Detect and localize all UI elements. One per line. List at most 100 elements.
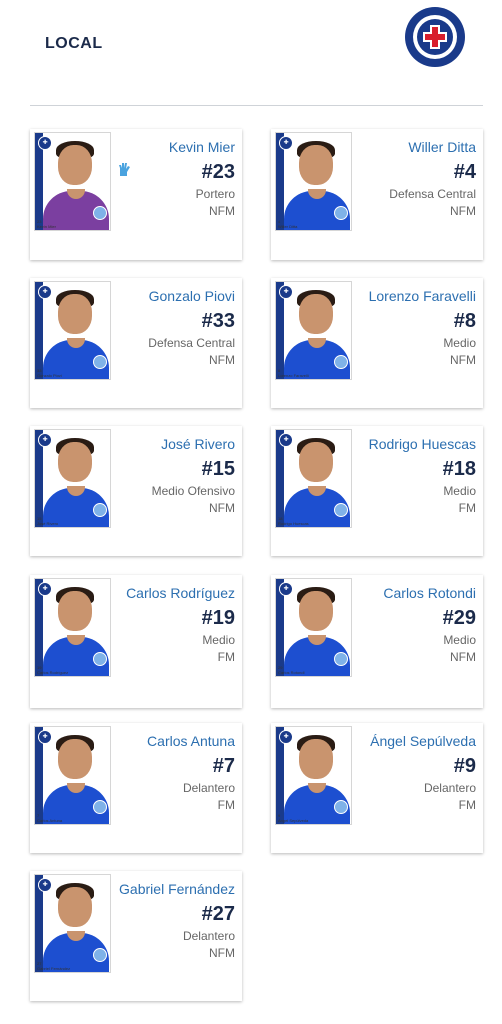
- player-card[interactable]: ✚ 7 Carlos Antuna Carlos Antuna #7 Delantero F…: [30, 723, 242, 853]
- photo-name: José Rivero: [37, 521, 59, 526]
- player-name[interactable]: Lorenzo Faravelli: [326, 278, 476, 307]
- player-status: FM: [458, 798, 476, 812]
- player-info: Lorenzo Faravelli #8 Medio NFM: [326, 278, 476, 369]
- player-position: Medio: [443, 484, 476, 498]
- club-badge-icon: ✚: [279, 285, 293, 299]
- player-number: #8: [453, 310, 476, 332]
- player-card[interactable]: ✚ 9 Ángel Sepúlveda Ángel Sepúlveda #9 Delant…: [271, 723, 483, 853]
- player-card[interactable]: ✚ 19 Carlos Rodríguez Carlos Rodríguez #19 Me…: [30, 575, 242, 708]
- player-status: FM: [217, 798, 235, 812]
- player-card[interactable]: ✚ 29 Carlos Rotondi Carlos Rotondi #29 Medio N…: [271, 575, 483, 708]
- club-badge-icon: ✚: [38, 136, 52, 150]
- player-card[interactable]: ✚ 4 Willer Ditta Willer Ditta #4 Defensa Cent…: [271, 129, 483, 260]
- player-info: Carlos Rodríguez #19 Medio FM: [85, 575, 235, 666]
- club-badge-icon: ✚: [38, 433, 52, 447]
- club-crest-icon: [405, 7, 465, 67]
- photo-name: Lorenzo Faravelli: [278, 373, 309, 378]
- player-position: Medio: [202, 633, 235, 647]
- player-status: FM: [458, 501, 476, 515]
- player-name[interactable]: Carlos Antuna: [85, 723, 235, 752]
- photo-name: Rodrigo Huescas: [278, 521, 309, 526]
- photo-name: Carlos Rodríguez: [37, 670, 69, 675]
- photo-name: Gabriel Fernández: [37, 966, 71, 971]
- player-name[interactable]: Carlos Rodríguez: [85, 575, 235, 604]
- player-name[interactable]: Gabriel Fernández: [85, 871, 235, 900]
- player-number: #23: [201, 161, 235, 183]
- photo-name: Gonzalo Piovi: [37, 373, 62, 378]
- club-badge-icon: ✚: [38, 285, 52, 299]
- player-position: Defensa Central: [389, 187, 476, 201]
- photo-caption: 15 José Rivero: [37, 516, 58, 526]
- player-name[interactable]: Kevin Mier: [85, 129, 235, 158]
- club-badge-icon: ✚: [38, 582, 52, 596]
- photo-caption: 8 Lorenzo Faravelli: [278, 368, 309, 378]
- player-info: Carlos Antuna #7 Delantero FM: [85, 723, 235, 814]
- player-info: Rodrigo Huescas #18 Medio FM: [326, 426, 476, 517]
- player-name[interactable]: Ángel Sepúlveda: [326, 723, 476, 752]
- player-status: NFM: [450, 650, 476, 664]
- photo-caption: 4 Willer Ditta: [278, 219, 297, 229]
- lineup-header: LOCAL: [0, 0, 502, 106]
- player-position: Portero: [195, 187, 235, 201]
- player-info: José Rivero #15 Medio Ofensivo NFM: [85, 426, 235, 517]
- player-name[interactable]: Willer Ditta: [326, 129, 476, 158]
- player-card[interactable]: ✚ 23 Kevin Mier Kevin Mier #23 Portero NFM: [30, 129, 242, 260]
- player-name[interactable]: Gonzalo Piovi: [85, 278, 235, 307]
- player-number: #19: [201, 607, 235, 629]
- player-number: #4: [453, 161, 476, 183]
- player-position: Delantero: [182, 929, 235, 943]
- photo-caption: 27 Gabriel Fernández: [37, 961, 70, 971]
- club-badge-icon: ✚: [279, 730, 293, 744]
- player-info: Willer Ditta #4 Defensa Central NFM: [326, 129, 476, 220]
- player-card[interactable]: ✚ 18 Rodrigo Huescas Rodrigo Huescas #18 Medi…: [271, 426, 483, 556]
- player-info: Gonzalo Piovi #33 Defensa Central NFM: [85, 278, 235, 369]
- player-status: NFM: [450, 204, 476, 218]
- club-badge-icon: ✚: [279, 136, 293, 150]
- photo-caption: 23 Kevin Mier: [37, 219, 56, 229]
- player-number: #7: [212, 755, 235, 777]
- photo-caption: 33 Gonzalo Piovi: [37, 368, 62, 378]
- photo-name: Willer Ditta: [278, 224, 298, 229]
- player-card[interactable]: ✚ 15 José Rivero José Rivero #15 Medio Ofensi…: [30, 426, 242, 556]
- player-card[interactable]: ✚ 33 Gonzalo Piovi Gonzalo Piovi #33 Defensa …: [30, 278, 242, 408]
- player-position: Medio: [443, 633, 476, 647]
- page-title: LOCAL: [45, 35, 103, 52]
- photo-caption: 9 Ángel Sepúlveda: [278, 813, 308, 823]
- player-card[interactable]: ✚ 27 Gabriel Fernández Gabriel Fernández #27…: [30, 871, 242, 1001]
- photo-caption: 7 Carlos Antuna: [37, 813, 62, 823]
- player-position: Defensa Central: [148, 336, 235, 350]
- player-status: NFM: [450, 353, 476, 367]
- player-card[interactable]: ✚ 8 Lorenzo Faravelli Lorenzo Faravelli #8 Me…: [271, 278, 483, 408]
- player-info: Carlos Rotondi #29 Medio NFM: [326, 575, 476, 666]
- player-name[interactable]: José Rivero: [85, 426, 235, 455]
- photo-name: Carlos Rotondi: [278, 670, 305, 675]
- club-badge-icon: ✚: [279, 582, 293, 596]
- player-info: Kevin Mier #23 Portero NFM: [85, 129, 235, 220]
- player-name[interactable]: Carlos Rotondi: [326, 575, 476, 604]
- player-number: #9: [453, 755, 476, 777]
- player-info: Ángel Sepúlveda #9 Delantero FM: [326, 723, 476, 814]
- photo-caption: 19 Carlos Rodríguez: [37, 665, 68, 675]
- player-position: Medio: [443, 336, 476, 350]
- player-position: Delantero: [182, 781, 235, 795]
- player-status: NFM: [209, 946, 235, 960]
- player-status: NFM: [209, 204, 235, 218]
- photo-caption: 29 Carlos Rotondi: [278, 665, 304, 675]
- photo-name: Kevin Mier: [37, 224, 56, 229]
- player-name[interactable]: Rodrigo Huescas: [326, 426, 476, 455]
- player-info: Gabriel Fernández #27 Delantero NFM: [85, 871, 235, 962]
- header-divider: [30, 105, 483, 106]
- player-status: FM: [217, 650, 235, 664]
- player-position: Medio Ofensivo: [151, 484, 235, 498]
- photo-caption: 18 Rodrigo Huescas: [278, 516, 309, 526]
- club-badge-icon: ✚: [38, 878, 52, 892]
- club-badge-icon: ✚: [38, 730, 52, 744]
- player-position: Delantero: [423, 781, 476, 795]
- player-status: NFM: [209, 353, 235, 367]
- player-status: NFM: [209, 501, 235, 515]
- player-number: #15: [201, 458, 235, 480]
- club-badge-icon: ✚: [279, 433, 293, 447]
- photo-name: Carlos Antuna: [37, 818, 63, 823]
- player-number: #18: [442, 458, 476, 480]
- player-number: #29: [442, 607, 476, 629]
